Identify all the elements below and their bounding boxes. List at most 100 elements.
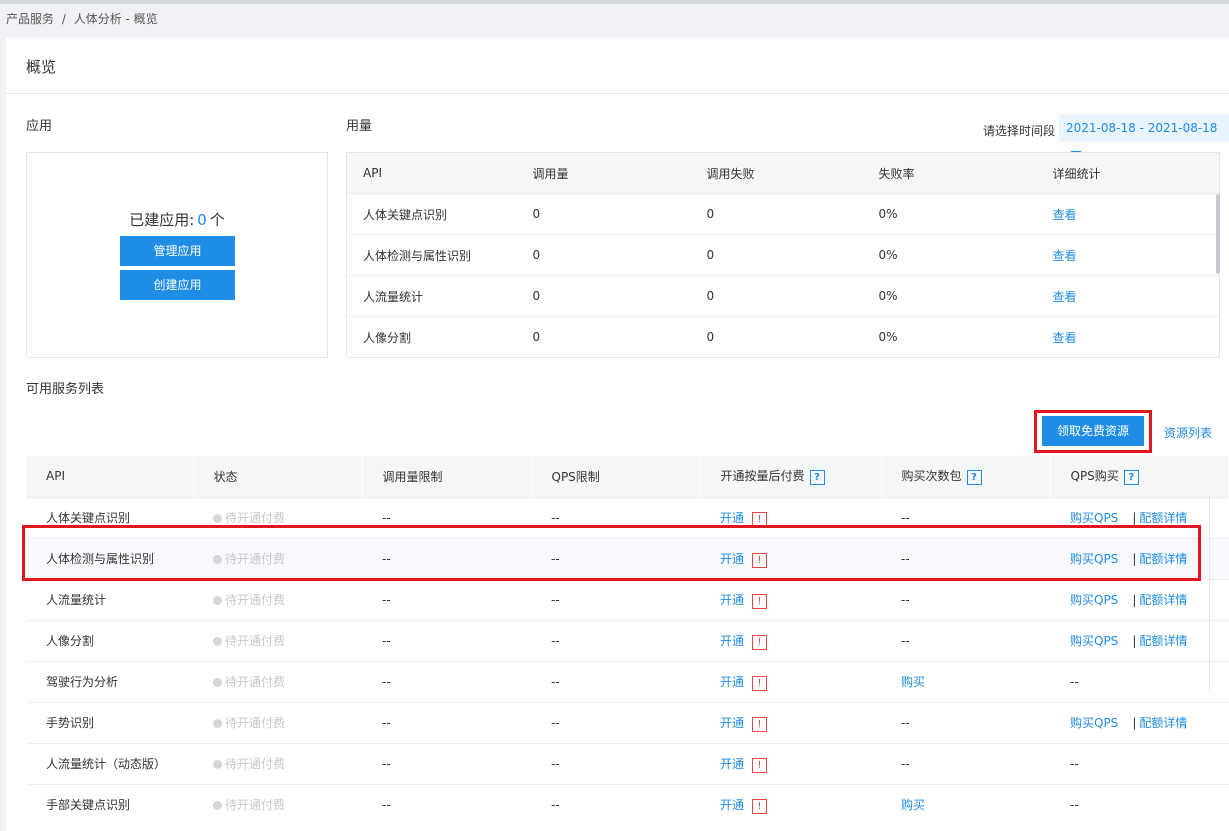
buy-qps-link[interactable]: 购买QPS <box>1070 716 1118 730</box>
page-title: 概览 <box>26 58 57 76</box>
usage-col-rate: 失败率 <box>862 152 1037 194</box>
buy-pack-link[interactable]: 购买 <box>901 675 925 689</box>
warn-icon[interactable]: ! <box>752 798 768 814</box>
service-row: 人流量统计 待开通付费 -- -- 开通! -- 购买QPS | 配额详情 <box>26 578 1229 620</box>
svc-col-pack-label: 购买次数包 <box>901 469 962 484</box>
resource-list-link[interactable]: 资源列表 <box>1164 424 1212 441</box>
status-dot-icon <box>213 719 222 728</box>
app-section-label: 应用 <box>26 119 53 134</box>
usage-row: 人流量统计 0 0 0% 查看 <box>346 275 1220 317</box>
open-service-link[interactable]: 开通 <box>720 716 744 730</box>
manage-app-button[interactable]: 管理应用 <box>120 236 235 266</box>
svc-status: 待开通付费 <box>193 742 362 784</box>
usage-col-fails: 调用失败 <box>690 152 863 194</box>
breadcrumb-separator: / <box>61 12 66 26</box>
qps-separator: | <box>1132 634 1137 648</box>
svc-qps-limit: -- <box>531 783 700 825</box>
usage-calls: 0 <box>516 275 691 317</box>
warn-icon[interactable]: ! <box>752 757 768 773</box>
open-service-link[interactable]: 开通 <box>720 593 744 607</box>
svc-pack: -- <box>881 578 1050 620</box>
usage-rate: 0% <box>862 234 1037 276</box>
svc-status-text: 待开通付费 <box>225 634 286 648</box>
svc-status-text: 待开通付费 <box>225 675 286 689</box>
app-count-suffix: 个 <box>209 211 225 229</box>
usage-section-label: 用量 <box>346 119 373 134</box>
svc-api: 驾驶行为分析 <box>26 660 193 702</box>
usage-fails: 0 <box>690 193 863 235</box>
svc-col-postpay-label: 开通按量后付费 <box>720 469 805 484</box>
usage-row: 人体关键点识别 0 0 0% 查看 <box>346 193 1220 235</box>
open-service-link[interactable]: 开通 <box>720 675 744 689</box>
main-card: 概览 应用 已建应用: 0 个 管理应用 创建应用 用量 请选择时间段 2021-0… <box>6 38 1229 831</box>
svc-status-text: 待开通付费 <box>225 757 286 771</box>
usage-col-api: API <box>346 152 517 194</box>
open-service-link[interactable]: 开通 <box>720 798 744 812</box>
svc-qps-buy: -- <box>1050 660 1229 702</box>
svc-qps-buy: -- <box>1050 783 1229 825</box>
svc-status: 待开通付费 <box>193 660 362 702</box>
quota-detail-link[interactable]: 配额详情 <box>1139 716 1187 730</box>
usage-api: 人体关键点识别 <box>346 193 517 235</box>
warn-icon[interactable]: ! <box>752 593 768 609</box>
svc-call-limit: -- <box>362 660 531 702</box>
svc-api: 手势识别 <box>26 701 193 743</box>
date-range-label: 请选择时间段 <box>983 124 1056 138</box>
buy-pack-link[interactable]: 购买 <box>901 798 925 812</box>
usage-rate: 0% <box>862 316 1037 358</box>
breadcrumb-root[interactable]: 产品服务 <box>6 12 54 26</box>
usage-scrollbar[interactable] <box>1216 194 1220 274</box>
usage-detail-link[interactable]: 查看 <box>1053 249 1077 263</box>
service-row: 人流量统计（动态版） 待开通付费 -- -- 开通! -- -- <box>26 742 1229 784</box>
svc-status: 待开通付费 <box>193 783 362 825</box>
usage-fails: 0 <box>690 234 863 276</box>
usage-calls: 0 <box>516 316 691 358</box>
usage-rate: 0% <box>862 193 1037 235</box>
quota-detail-link[interactable]: 配额详情 <box>1139 593 1187 607</box>
svc-qps-limit: -- <box>531 742 700 784</box>
svc-open: 开通! <box>700 701 881 743</box>
svc-qps-buy: 购买QPS | 配额详情 <box>1050 619 1229 661</box>
service-scrollbar[interactable] <box>1209 496 1229 692</box>
qps-separator: | <box>1132 593 1137 607</box>
usage-detail-link[interactable]: 查看 <box>1053 331 1077 345</box>
buy-qps-link[interactable]: 购买QPS <box>1070 593 1118 607</box>
svc-col-api: API <box>26 456 194 497</box>
service-table-header: API 状态 调用量限制 QPS限制 开通按量后付费? 购买次数包? QPS购买… <box>26 456 1229 497</box>
qps-separator: | <box>1132 511 1137 525</box>
usage-detail-link[interactable]: 查看 <box>1053 290 1077 304</box>
qps-separator: | <box>1132 716 1137 730</box>
date-range-picker[interactable]: 2021-08-18 - 2021-08-18 <box>1059 114 1229 161</box>
usage-fails: 0 <box>690 275 863 317</box>
service-section-label: 可用服务列表 <box>26 382 105 397</box>
buy-qps-link[interactable]: 购买QPS <box>1070 511 1118 525</box>
svc-status-text: 待开通付费 <box>225 798 286 813</box>
svc-qps-limit: -- <box>531 660 700 702</box>
warn-icon[interactable]: ! <box>752 634 768 650</box>
usage-fails: 0 <box>690 316 863 358</box>
svc-api: 人像分割 <box>26 619 193 661</box>
usage-col-detail: 详细统计 <box>1036 152 1220 194</box>
help-icon[interactable]: ? <box>809 470 825 486</box>
warn-icon[interactable]: ! <box>752 675 768 691</box>
warn-icon[interactable]: ! <box>752 716 768 732</box>
quota-detail-link[interactable]: 配额详情 <box>1139 634 1187 648</box>
svc-status-text: 待开通付费 <box>225 593 286 607</box>
app-count: 已建应用: 0 个 <box>27 209 327 230</box>
usage-detail-link[interactable]: 查看 <box>1053 208 1077 222</box>
usage-row: 人体检测与属性识别 0 0 0% 查看 <box>346 234 1220 276</box>
help-icon[interactable]: ? <box>1123 470 1139 486</box>
usage-row: 人像分割 0 0 0% 查看 <box>346 316 1220 358</box>
open-service-link[interactable]: 开通 <box>720 634 744 648</box>
usage-api: 人体检测与属性识别 <box>346 234 517 276</box>
open-service-link[interactable]: 开通 <box>720 511 744 525</box>
service-row: 驾驶行为分析 待开通付费 -- -- 开通! 购买 -- <box>26 660 1229 702</box>
buy-qps-link[interactable]: 购买QPS <box>1070 634 1118 648</box>
help-icon[interactable]: ? <box>966 470 982 486</box>
svc-call-limit: -- <box>362 783 531 825</box>
quota-detail-link[interactable]: 配额详情 <box>1139 511 1187 525</box>
svc-qps-limit: -- <box>531 619 700 661</box>
svc-col-call-limit: 调用量限制 <box>362 456 532 497</box>
open-service-link[interactable]: 开通 <box>720 757 744 771</box>
create-app-button[interactable]: 创建应用 <box>120 270 235 300</box>
